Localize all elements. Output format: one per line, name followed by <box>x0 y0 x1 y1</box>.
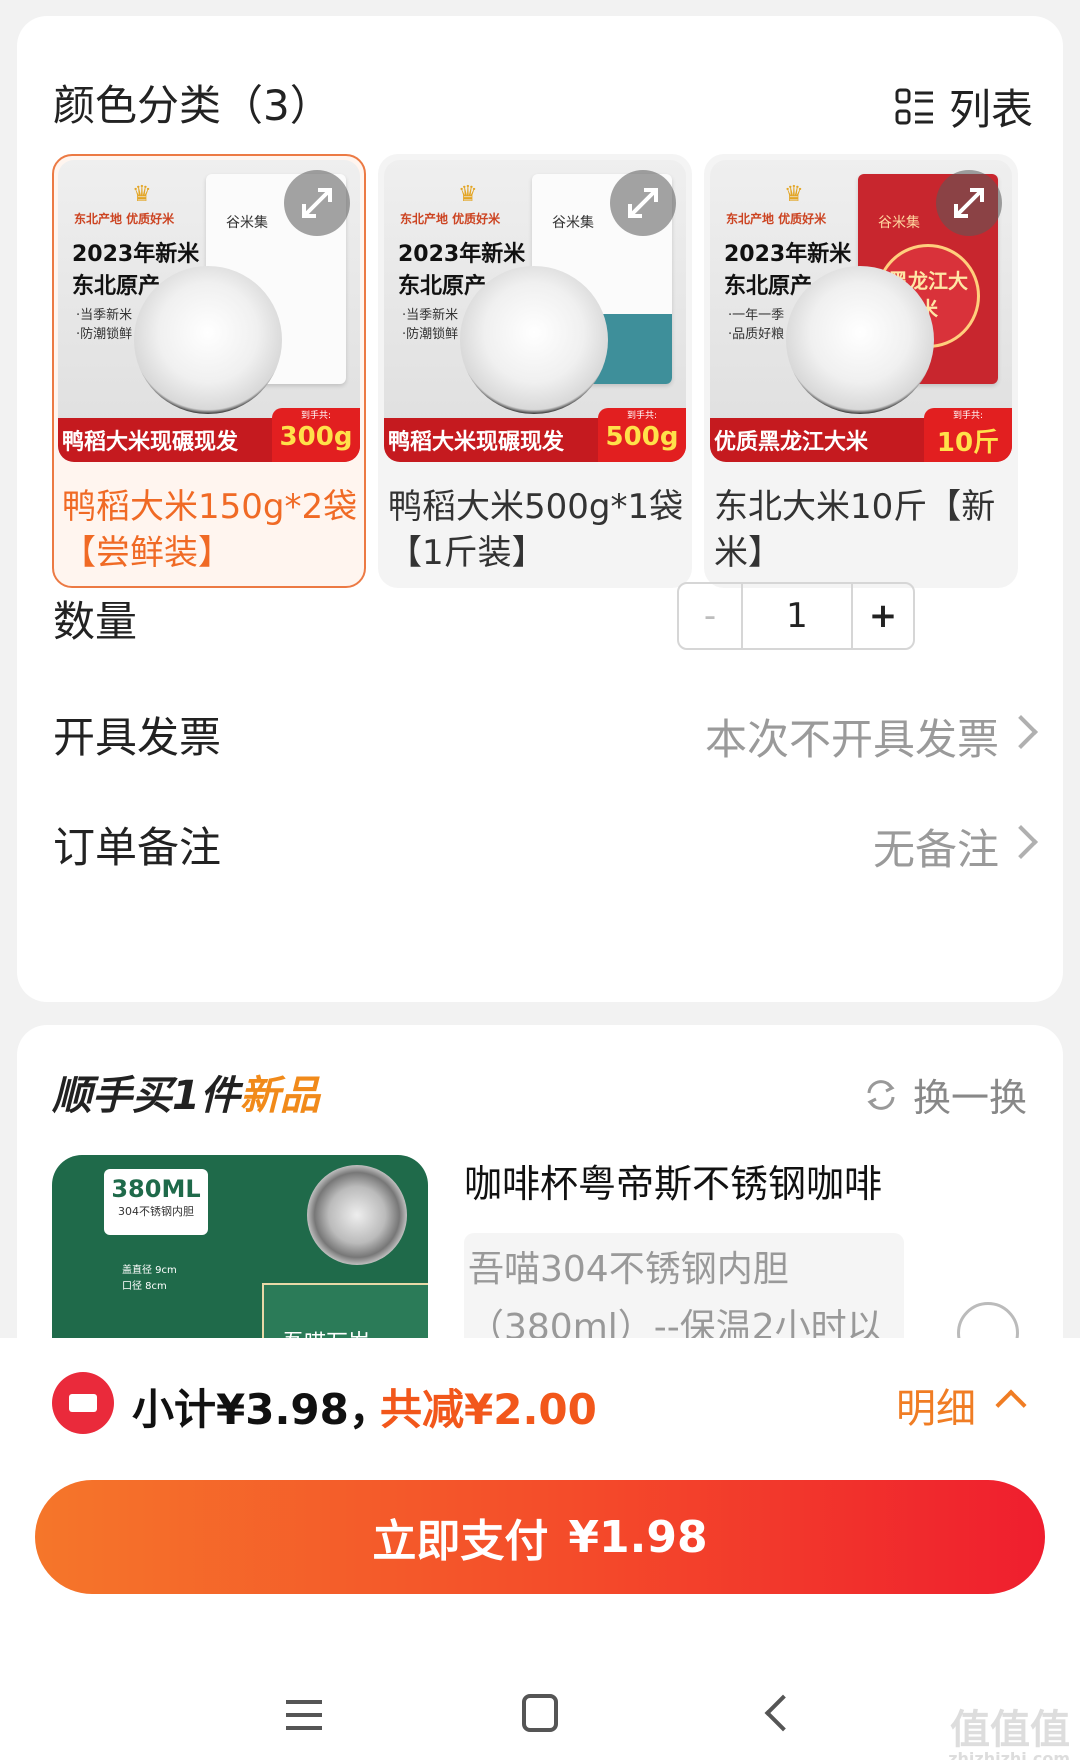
variant-thumbnail: ♛ 东北产地 优质好米 2023年新米 东北原产 ·一年一季 ·品质好粮 谷米集… <box>706 156 1016 466</box>
size-caption: 到手共: <box>626 411 658 421</box>
increment-button[interactable]: + <box>853 584 913 648</box>
rice-bowl <box>786 266 934 414</box>
pay-amount: ¥1.98 <box>568 1511 708 1563</box>
variant-label: 鸭稻大米500g*1袋【1斤装】 <box>388 487 684 573</box>
refresh-icon <box>867 1079 895 1110</box>
size-value: 300g <box>279 422 353 452</box>
variant-option-3[interactable]: ♛ 东北产地 优质好米 2023年新米 东北原产 ·一年一季 ·品质好粮 谷米集… <box>704 154 1018 588</box>
quantity-label: 数量 <box>53 597 138 646</box>
checkout-footer: 小计¥3.98， 共减¥2.00 明细 立即支付 ¥1.98 值值值 zhizh… <box>0 1338 1080 1760</box>
addon-product-name[interactable]: 咖啡杯粤帝斯不锈钢咖啡 <box>464 1153 882 1208</box>
watermark-sub: zhizhizhi.com <box>948 1749 1070 1760</box>
banner-text: 优质黑龙江大米 <box>714 430 869 455</box>
sku-card: 颜色分类（3） 列表 ♛ 东北产地 优质好米 2023年新米 东北原产 ·当季新… <box>17 16 1063 1002</box>
banner-size: 到手共: 10斤 <box>924 408 1012 462</box>
list-view-icon <box>895 88 933 124</box>
image-headline-1: 2023年新米 <box>398 242 526 267</box>
banner-size: 到手共: 500g <box>598 408 686 462</box>
expand-icon <box>628 188 658 218</box>
bag-brand: 谷米集 <box>552 215 594 231</box>
image-banner: 优质黑龙江大米 到手共: 10斤 <box>710 408 1012 462</box>
variant-thumbnail: ♛ 东北产地 优质好米 2023年新米 东北原产 ·当季新米 ·防潮锁鲜 谷米集… <box>380 156 690 466</box>
image-tag: 东北产地 优质好米 <box>74 212 175 226</box>
remark-value: 无备注 <box>872 825 999 874</box>
image-tag: 东北产地 优质好米 <box>400 212 501 226</box>
swap-label: 换一换 <box>912 1076 1027 1120</box>
invoice-label: 开具发票 <box>53 713 222 762</box>
banner-text: 鸭稻大米现碾现发 <box>388 430 565 455</box>
variant-thumbnail: ♛ 东北产地 优质好米 2023年新米 东北原产 ·当季新米 ·防潮锁鲜 谷米集… <box>54 156 364 466</box>
capacity-value: 380ML <box>111 1175 201 1203</box>
addon-title-highlight: 新品 <box>239 1073 320 1119</box>
crown-icon: ♛ <box>132 182 152 207</box>
image-bullets: ·当季新米 ·防潮锁鲜 <box>402 308 459 342</box>
size-caption: 到手共: <box>952 411 984 421</box>
expand-icon <box>954 188 984 218</box>
variant-list: ♛ 东北产地 优质好米 2023年新米 东北原产 ·当季新米 ·防潮锁鲜 谷米集… <box>52 154 1018 588</box>
coupon-icon <box>52 1372 114 1434</box>
expand-image-button[interactable] <box>284 170 350 236</box>
image-bullets: ·一年一季 ·品质好粮 <box>728 308 785 342</box>
size-value: 500g <box>605 422 679 452</box>
image-banner: 鸭稻大米现碾现发 到手共: 500g <box>384 408 686 462</box>
system-nav-bar: 值值值 zhizhizhi.com <box>0 1658 1080 1760</box>
chevron-right-icon <box>1004 715 1038 749</box>
watermark-logo: 值值值 zhizhizhi.com <box>948 1710 1070 1760</box>
chevron-up-icon <box>995 1389 1027 1421</box>
back-icon[interactable] <box>764 1694 802 1732</box>
addon-title: 顺手买1件新品 <box>52 1063 320 1121</box>
image-headline-2: 东北原产 <box>72 274 161 299</box>
image-headline-2: 东北原产 <box>724 274 813 299</box>
dimension-1: 盖直径 9cm <box>122 1265 177 1276</box>
banner-size: 到手共: 300g <box>272 408 360 462</box>
subtotal-text: 小计¥3.98， <box>132 1385 391 1434</box>
image-headline-1: 2023年新米 <box>724 242 852 267</box>
remark-label: 订单备注 <box>53 823 222 872</box>
addon-title-main: 顺手买1件 <box>52 1073 240 1119</box>
banner-text: 鸭稻大米现碾现发 <box>62 430 239 455</box>
invoice-value: 本次不开具发票 <box>704 715 999 764</box>
image-headline-1: 2023年新米 <box>72 242 200 267</box>
dimension-labels: 盖直径 9cm 口径 8cm <box>122 1263 177 1295</box>
variant-option-1[interactable]: ♛ 东北产地 优质好米 2023年新米 东北原产 ·当季新米 ·防潮锁鲜 谷米集… <box>52 154 366 588</box>
variant-label: 鸭稻大米150g*2袋【尝鲜装】 <box>62 487 358 573</box>
quantity-input[interactable]: 1 <box>743 584 853 648</box>
expand-image-button[interactable] <box>610 170 676 236</box>
capacity-badge: 380ML 304不锈钢内胆 <box>104 1169 208 1235</box>
crown-icon: ♛ <box>784 182 804 207</box>
chevron-right-icon <box>1004 825 1038 859</box>
variant-label: 东北大米10斤【新米】 <box>714 487 996 573</box>
size-value: 10斤 <box>936 428 1000 458</box>
bag-brand: 谷米集 <box>878 215 920 231</box>
cup-lid <box>307 1165 407 1265</box>
expand-icon <box>302 188 332 218</box>
list-view-toggle[interactable]: 列表 <box>895 76 1033 137</box>
color-category-title: 颜色分类（3） <box>53 81 332 130</box>
bag-brand: 谷米集 <box>226 215 268 231</box>
home-icon[interactable] <box>522 1694 558 1732</box>
image-tag: 东北产地 优质好米 <box>726 212 827 226</box>
list-view-label: 列表 <box>948 85 1033 134</box>
swap-button[interactable]: 换一换 <box>861 1067 1027 1122</box>
rice-bowl <box>460 266 608 414</box>
size-caption: 到手共: <box>300 411 332 421</box>
crown-icon: ♛ <box>458 182 478 207</box>
image-bullets: ·当季新米 ·防潮锁鲜 <box>76 308 133 342</box>
capacity-sub: 304不锈钢内胆 <box>118 1205 194 1218</box>
variant-option-2[interactable]: ♛ 东北产地 优质好米 2023年新米 东北原产 ·当季新米 ·防潮锁鲜 谷米集… <box>378 154 692 588</box>
menu-icon[interactable] <box>286 1700 322 1730</box>
quantity-stepper: - 1 + <box>677 582 915 650</box>
rice-bowl <box>134 266 282 414</box>
details-label: 明细 <box>896 1386 976 1432</box>
image-banner: 鸭稻大米现碾现发 到手共: 300g <box>58 408 360 462</box>
watermark-main: 值值值 <box>950 1707 1070 1753</box>
decrement-button[interactable]: - <box>679 584 743 648</box>
dimension-2: 口径 8cm <box>122 1281 167 1292</box>
pay-now-button[interactable]: 立即支付 ¥1.98 <box>35 1480 1045 1594</box>
expand-image-button[interactable] <box>936 170 1002 236</box>
image-headline-2: 东北原产 <box>398 274 487 299</box>
pay-label: 立即支付 <box>372 1516 549 1567</box>
discount-text: 共减¥2.00 <box>380 1385 597 1434</box>
